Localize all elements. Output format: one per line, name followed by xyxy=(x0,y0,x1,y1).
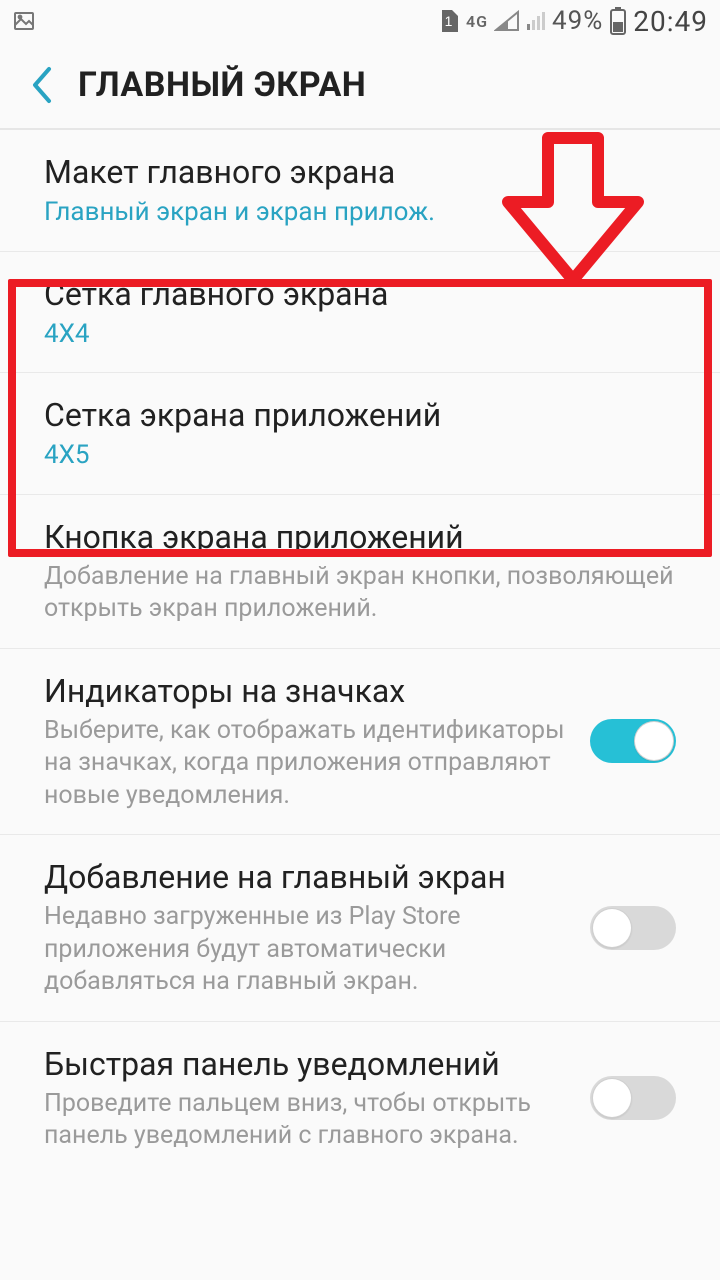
battery-icon xyxy=(609,7,627,35)
network-label: 4G xyxy=(466,12,488,31)
signal-icon xyxy=(494,10,520,32)
item-sub: 4X5 xyxy=(44,439,676,472)
item-apps-grid[interactable]: Сетка экрана приложений 4X5 xyxy=(0,373,720,495)
item-sub: 4X4 xyxy=(44,318,676,351)
settings-list: Макет главного экрана Главный экран и эк… xyxy=(0,130,720,1175)
item-title: Сетка главного экрана xyxy=(44,274,676,314)
item-home-grid[interactable]: Сетка главного экрана 4X4 xyxy=(0,252,720,374)
toggle-add-to-home[interactable] xyxy=(590,906,676,950)
svg-text:1: 1 xyxy=(445,13,454,29)
item-quick-panel[interactable]: Быстрая панель уведомлений Проведите пал… xyxy=(0,1022,720,1175)
item-title: Кнопка экрана приложений xyxy=(44,517,676,557)
item-apps-button[interactable]: Кнопка экрана приложений Добавление на г… xyxy=(0,495,720,649)
signal2-icon xyxy=(526,10,546,32)
clock-text: 20:49 xyxy=(633,5,708,38)
title-bar: ГЛАВНЫЙ ЭКРАН xyxy=(0,42,720,130)
item-desc: Недавно загруженные из Play Store прилож… xyxy=(44,901,570,999)
toggle-knob xyxy=(593,1079,631,1117)
item-title: Быстрая панель уведомлений xyxy=(44,1044,570,1084)
item-layout[interactable]: Макет главного экрана Главный экран и эк… xyxy=(0,130,720,252)
toggle-badge-indicators[interactable] xyxy=(590,719,676,763)
item-sub: Главный экран и экран прилож. xyxy=(44,196,676,229)
item-desc: Проведите пальцем вниз, чтобы открыть па… xyxy=(44,1088,570,1153)
status-right: 1 4G 49% 20:49 xyxy=(438,5,708,38)
battery-percent: 49% xyxy=(552,6,603,36)
page-title: ГЛАВНЫЙ ЭКРАН xyxy=(78,65,366,105)
toggle-knob xyxy=(635,722,673,760)
item-title: Индикаторы на значках xyxy=(44,671,570,711)
picture-icon xyxy=(12,9,36,33)
toggle-quick-panel[interactable] xyxy=(590,1076,676,1120)
item-title: Макет главного экрана xyxy=(44,152,676,192)
status-left xyxy=(12,9,36,33)
status-bar: 1 4G 49% 20:49 xyxy=(0,0,720,42)
back-button[interactable] xyxy=(18,60,68,110)
toggle-knob xyxy=(593,909,631,947)
item-title: Добавление на главный экран xyxy=(44,857,570,897)
item-desc: Добавление на главный экран кнопки, позв… xyxy=(44,561,676,626)
chevron-left-icon xyxy=(29,65,57,105)
item-title: Сетка экрана приложений xyxy=(44,395,676,435)
item-badge-indicators[interactable]: Индикаторы на значках Выберите, как отоб… xyxy=(0,649,720,836)
item-add-to-home[interactable]: Добавление на главный экран Недавно загр… xyxy=(0,835,720,1022)
item-desc: Выберите, как отображать идентификаторы … xyxy=(44,715,570,813)
sim-icon: 1 xyxy=(438,8,460,34)
